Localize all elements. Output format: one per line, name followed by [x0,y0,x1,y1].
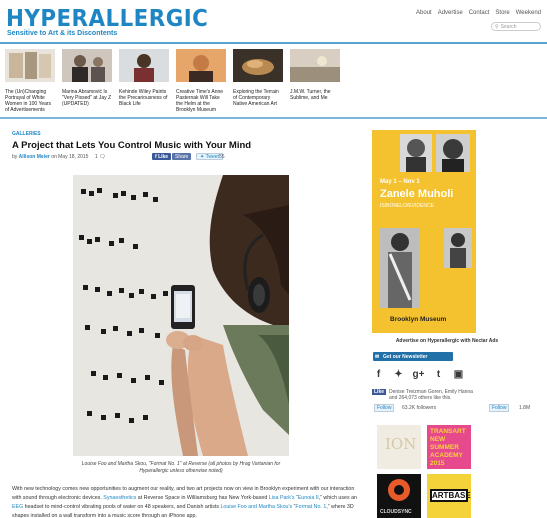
tweet-label: Tweet [205,153,219,160]
header-divider [0,42,547,44]
ad-dates: May 1 – Nov 1 [380,179,420,185]
body-text-2: at Reverse Space in Williamsburg has New… [136,495,269,501]
comment-count[interactable]: 1 🗨 [95,154,106,160]
sidebar-ad-cloudsync[interactable]: CLOUDSYNC [377,474,421,518]
artbase-ad-label: ARTBASE [430,489,471,502]
featured-item[interactable]: Creative Time's Anne Pasternak Will Take… [176,49,226,113]
fb-widget-text: Denise Treizman Goren, Emily Hanna and 2… [389,389,473,401]
article-category[interactable]: GALLERIES [12,131,41,137]
tweet-count: 55 [219,154,225,160]
featured-caption[interactable]: J.M.W. Turner, the Sublime, and Me [290,89,340,101]
byline-prefix: by [12,154,18,160]
ad-museum: Brooklyn Museum [390,316,447,323]
ad-caption[interactable]: Advertise on Hyperallergic with Nectar A… [372,338,522,344]
article-byline: by Allison Meier on May 18, 2015 [12,154,88,160]
featured-caption[interactable]: Creative Time's Anne Pasternak Will Take… [176,89,226,113]
facebook-like-button[interactable]: f Like [152,153,172,160]
featured-thumbnail[interactable] [119,49,169,82]
body-text-4: ,” which uses an [318,495,357,501]
nav-weekend[interactable]: Weekend [516,10,541,16]
featured-caption[interactable]: The (Un)Changing Portrayal of White Wome… [5,89,55,113]
search-input[interactable]: ⚲ Search [491,22,541,31]
facebook-icon[interactable]: f [372,368,385,381]
transart-ad-label: TRANSART NEW SUMMER ACADEMY 2015 [430,428,466,467]
search-placeholder: Search [500,23,517,30]
link-lisa-park[interactable]: Lisa Park's [269,495,295,501]
ion-ad-label: ION [385,435,417,453]
featured-caption[interactable]: Kehinde Wiley Paints the Precariousness … [119,89,169,107]
article-photo[interactable] [73,175,289,456]
twitter-follower-count-secondary: 1.8M [519,405,531,411]
ad-artist: Zanele Muholi [380,188,454,200]
search-icon: ⚲ [495,23,499,30]
nav-store[interactable]: Store [495,10,509,16]
brooklyn-museum-ad[interactable]: May 1 – Nov 1 Zanele Muholi ISIBONELO/EV… [372,130,476,333]
featured-caption[interactable]: Marina Abramović Is "Very Pissed" at Jay… [62,89,112,107]
twitter-follow-button[interactable]: Follow [374,404,395,412]
instagram-icon[interactable]: ▣ [452,368,465,381]
twitter-icon[interactable]: ✦ [392,368,405,381]
social-links: f ✦ g+ t ▣ [372,368,465,381]
facebook-share-button[interactable]: Share [172,153,192,160]
featured-thumbnail[interactable] [176,49,226,82]
article-date: on May 18, 2015 [51,154,89,160]
top-nav: About Advertise Contact Store Weekend [416,10,541,16]
link-format-no1[interactable]: Format No. 1 [295,504,326,510]
cloudsync-logo [388,479,410,501]
featured-item[interactable]: Marina Abramović Is "Very Pissed" at Jay… [62,49,112,113]
author-link[interactable]: Allison Meier [19,154,50,160]
fb-widget-like-button[interactable]: Like [372,389,387,395]
featured-thumbnail[interactable] [5,49,55,82]
ad-subtitle: ISIBONELO/EVIDENCE [380,203,434,209]
google-plus-icon[interactable]: g+ [412,368,425,381]
newsletter-label: Get our Newsletter [383,353,428,360]
article-body: With new technology comes new opportunit… [12,485,364,518]
sidebar-ad-ion[interactable]: ION [377,425,421,469]
photo-caption: Louise Foo and Martha Skou, "Format No. … [81,461,281,474]
ad-artwork [380,134,472,308]
strip-divider [0,117,547,119]
featured-thumbnail[interactable] [290,49,340,82]
newsletter-button[interactable]: ✉ Get our Newsletter [373,352,453,361]
nav-advertise[interactable]: Advertise [438,10,463,16]
link-eunoia[interactable]: Eunoia II [298,495,319,501]
featured-strip: The (Un)Changing Portrayal of White Wome… [5,49,340,113]
featured-thumbnail[interactable] [233,49,283,82]
comment-count-value: 1 [95,154,98,160]
tumblr-icon[interactable]: t [432,368,445,381]
nav-contact[interactable]: Contact [469,10,490,16]
site-logo[interactable]: HYPERALLERGIC [6,6,208,32]
featured-item[interactable]: J.M.W. Turner, the Sublime, and Me [290,49,340,113]
featured-item[interactable]: Kehinde Wiley Paints the Precariousness … [119,49,169,113]
sidebar-ad-transart[interactable]: TRANSART NEW SUMMER ACADEMY 2015 [427,425,471,469]
featured-caption[interactable]: Exploring the Terrain of Contemporary Na… [233,89,283,107]
link-synaesthetics[interactable]: Synaesthetics [103,495,136,501]
cloudsync-ad-label: CLOUDSYNC [380,509,412,515]
featured-item[interactable]: The (Un)Changing Portrayal of White Wome… [5,49,55,113]
site-tagline: Sensitive to Art & its Discontents [7,30,118,37]
article-title[interactable]: A Project that Lets You Control Music wi… [12,140,251,151]
twitter-follow-button-secondary[interactable]: Follow [489,404,510,412]
featured-thumbnail[interactable] [62,49,112,82]
body-text-5: headset to mind-control vibrating pools … [23,504,221,510]
twitter-follower-count: 63.2K followers [402,405,437,411]
comment-icon: 🗨 [99,154,106,160]
featured-item[interactable]: Exploring the Terrain of Contemporary Na… [233,49,283,113]
link-eeg[interactable]: EEG [12,504,23,510]
link-foo-skou[interactable]: Louise Foo and Martha Skou's [220,504,292,510]
facebook-like-label: Like [158,153,169,160]
mail-icon: ✉ [375,353,380,360]
nav-about[interactable]: About [416,10,432,16]
sidebar-ad-artbase[interactable]: ARTBASE [427,474,471,518]
